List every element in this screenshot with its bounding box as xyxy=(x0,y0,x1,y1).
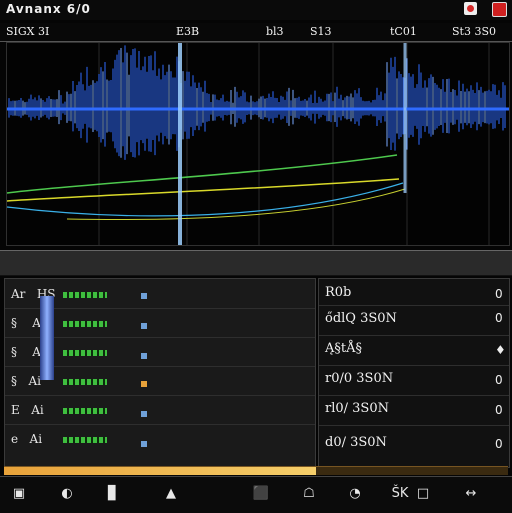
track-name[interactable]: § Ai xyxy=(11,374,41,388)
track-scrollbar[interactable] xyxy=(40,296,54,380)
overlay-curve-blue xyxy=(7,182,404,217)
tag-icon[interactable]: ☖ xyxy=(298,484,320,504)
app-title: Avnanx 6/0 xyxy=(6,2,91,16)
info-field-3: S13 xyxy=(310,25,332,38)
track-name[interactable]: e Ai xyxy=(11,432,42,446)
level-meter xyxy=(63,350,107,356)
overlay-curve-green xyxy=(7,154,398,194)
timeline-divider[interactable] xyxy=(0,250,512,276)
close-button[interactable] xyxy=(492,2,507,17)
info-bar: SIGX 3I E3B bl3 S13 tC01 St3 3S0 xyxy=(0,23,512,42)
loop-icon[interactable]: ◐ xyxy=(56,484,78,504)
track-marker[interactable] xyxy=(141,353,147,359)
info-field-4: tC01 xyxy=(390,25,417,38)
value-label[interactable]: Ą§tÅ§ xyxy=(325,341,362,356)
track-name[interactable]: E Ai xyxy=(11,403,44,417)
level-meter xyxy=(63,408,107,414)
ok-button[interactable]: ŠK xyxy=(386,484,414,504)
waveform-bars xyxy=(8,45,506,160)
overlay-curve-yellow xyxy=(7,178,400,202)
track-marker[interactable] xyxy=(141,381,147,387)
value-icon[interactable]: 0 xyxy=(495,373,503,387)
value-label[interactable]: ődlQ 3S0N xyxy=(325,311,397,326)
expand-icon[interactable]: ↔ xyxy=(460,484,482,504)
value-icon[interactable]: 0 xyxy=(495,287,503,301)
value-label[interactable]: d0/ 3S0N xyxy=(325,435,387,450)
track-marker[interactable] xyxy=(141,323,147,329)
value-icon[interactable]: 0 xyxy=(495,437,503,451)
info-field-1: E3B xyxy=(176,25,200,38)
bottom-toolbar: ▣ ◐ ▊ ▲ ⬛ ☖ ◔ ŠK □ ↔ xyxy=(0,476,512,513)
playback-progress[interactable] xyxy=(4,466,508,475)
up-icon[interactable]: ▲ xyxy=(160,484,182,504)
value-label[interactable]: rl0/ 3S0N xyxy=(325,401,389,416)
info-field-5: St3 3S0 xyxy=(452,25,496,38)
track-marker[interactable] xyxy=(141,293,147,299)
square-icon[interactable]: □ xyxy=(412,484,434,504)
value-icon[interactable]: ♦ xyxy=(495,343,506,357)
waveform-canvas[interactable] xyxy=(7,43,509,245)
value-list: R0b 0 ődlQ 3S0N 0 Ą§tÅ§ ♦ r0/0 3S0N 0 rl… xyxy=(318,278,510,468)
level-meter xyxy=(63,321,107,327)
value-label[interactable]: R0b xyxy=(325,285,351,300)
value-icon[interactable]: 0 xyxy=(495,403,503,417)
level-meter xyxy=(63,437,107,443)
meter-icon[interactable]: ▊ xyxy=(102,484,124,504)
info-left: SIGX 3I xyxy=(6,25,50,38)
track-marker[interactable] xyxy=(141,441,147,447)
record-icon[interactable] xyxy=(464,2,477,15)
level-meter xyxy=(63,379,107,385)
value-icon[interactable]: 0 xyxy=(495,311,503,325)
info-field-2: bl3 xyxy=(266,25,284,38)
menu-icon[interactable]: ▣ xyxy=(8,484,30,504)
level-meter xyxy=(63,292,107,298)
progress-fill xyxy=(4,467,317,475)
title-bar: Avnanx 6/0 xyxy=(0,0,512,20)
clock-icon[interactable]: ◔ xyxy=(344,484,366,504)
track-marker[interactable] xyxy=(141,411,147,417)
value-label[interactable]: r0/0 3S0N xyxy=(325,371,393,386)
stop-icon[interactable]: ⬛ xyxy=(250,484,272,504)
waveform-view[interactable] xyxy=(6,42,510,246)
